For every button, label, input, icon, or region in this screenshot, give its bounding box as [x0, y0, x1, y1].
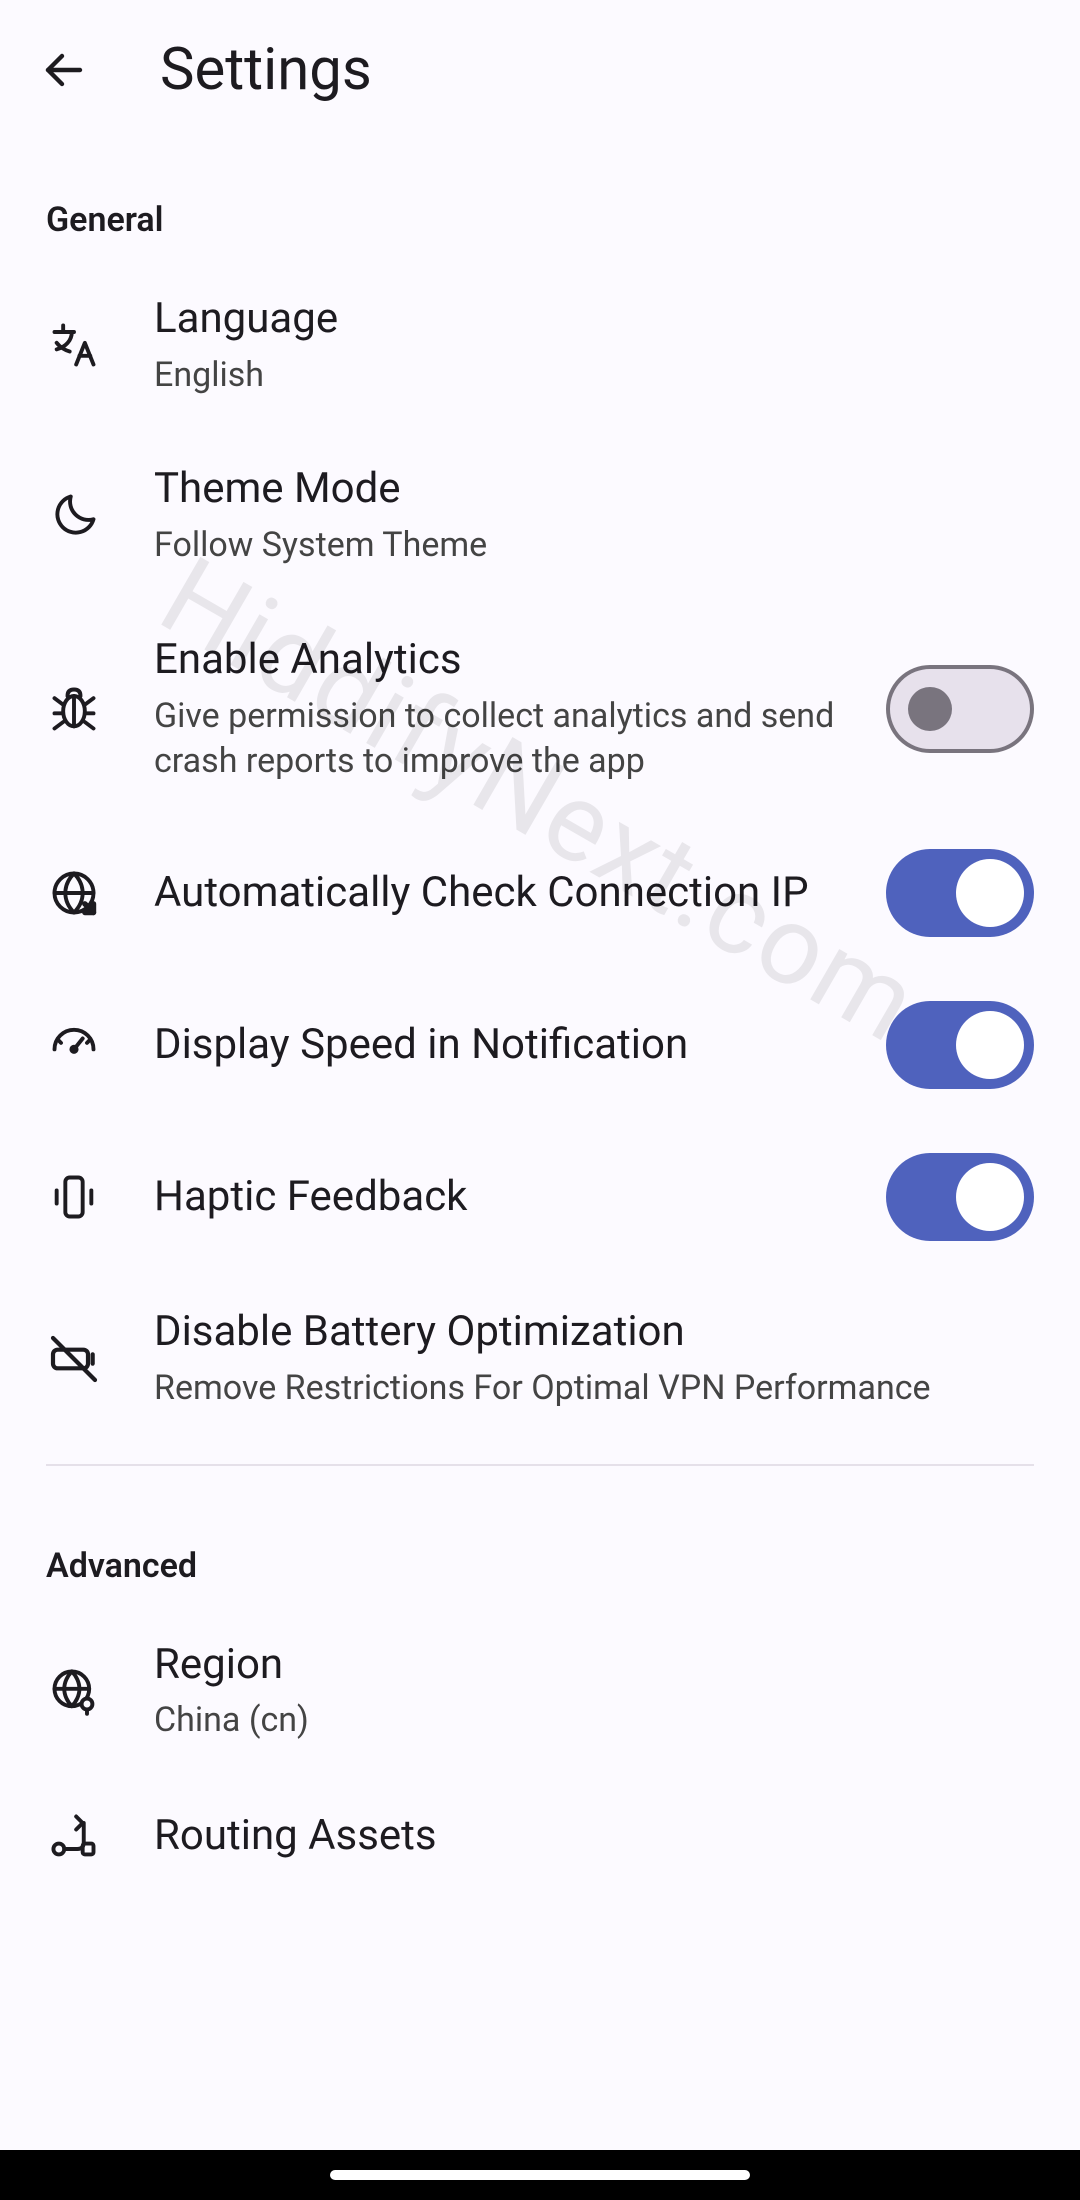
setting-routing[interactable]: Routing Assets — [0, 1776, 1080, 1896]
setting-title: Language — [154, 292, 1010, 347]
back-button[interactable] — [28, 34, 100, 106]
setting-subtitle: English — [154, 353, 1010, 399]
setting-title: Automatically Check Connection IP — [154, 866, 862, 921]
arrow-back-icon — [40, 46, 88, 94]
setting-region[interactable]: Region China (cn) — [0, 1606, 1080, 1776]
bug-icon — [46, 681, 102, 737]
moon-icon — [46, 488, 102, 544]
setting-title: Haptic Feedback — [154, 1170, 862, 1225]
globe-pin-icon — [46, 1663, 102, 1719]
app-bar: Settings — [0, 0, 1080, 140]
setting-analytics[interactable]: Enable Analytics Give permission to coll… — [0, 601, 1080, 817]
page-title: Settings — [160, 36, 372, 104]
haptic-icon — [46, 1169, 102, 1225]
haptic-toggle[interactable] — [886, 1153, 1034, 1241]
setting-haptic[interactable]: Haptic Feedback — [0, 1121, 1080, 1273]
route-icon — [46, 1808, 102, 1864]
setting-title: Routing Assets — [154, 1809, 1010, 1864]
section-header-advanced: Advanced — [0, 1486, 1080, 1606]
globe-arrow-icon — [46, 865, 102, 921]
setting-speed-notification[interactable]: Display Speed in Notification — [0, 969, 1080, 1121]
setting-theme[interactable]: Theme Mode Follow System Theme — [0, 430, 1080, 600]
section-divider — [46, 1464, 1034, 1466]
battery-off-icon — [46, 1331, 102, 1387]
auto-ip-toggle[interactable] — [886, 849, 1034, 937]
setting-title: Enable Analytics — [154, 633, 862, 688]
analytics-toggle[interactable] — [886, 665, 1034, 753]
system-nav-bar — [0, 2150, 1080, 2200]
setting-title: Disable Battery Optimization — [154, 1305, 1010, 1360]
speed-toggle[interactable] — [886, 1001, 1034, 1089]
setting-title: Region — [154, 1638, 1010, 1693]
setting-title: Display Speed in Notification — [154, 1018, 862, 1073]
nav-handle[interactable] — [330, 2170, 750, 2180]
setting-subtitle: China (cn) — [154, 1698, 1010, 1744]
setting-title: Theme Mode — [154, 462, 1010, 517]
speedometer-icon — [46, 1017, 102, 1073]
setting-subtitle: Follow System Theme — [154, 523, 1010, 569]
language-icon — [46, 317, 102, 373]
section-header-general: General — [0, 140, 1080, 260]
setting-battery[interactable]: Disable Battery Optimization Remove Rest… — [0, 1273, 1080, 1443]
setting-auto-ip[interactable]: Automatically Check Connection IP — [0, 817, 1080, 969]
setting-language[interactable]: Language English — [0, 260, 1080, 430]
setting-subtitle: Remove Restrictions For Optimal VPN Perf… — [154, 1366, 1010, 1412]
setting-subtitle: Give permission to collect analytics and… — [154, 694, 862, 786]
